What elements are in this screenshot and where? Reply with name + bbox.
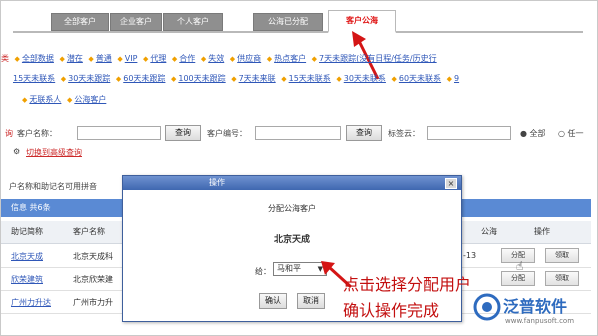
filter-30day-untracked[interactable]: 30天未跟踪 bbox=[68, 74, 110, 83]
filter-row-type: 类 ◆ 全部数据 ◆ 潜在 ◆ 普通 ◆ VIP ◆ 代理 ◆ 合作 ◆ 失效 ◆ 供应商 ◆ 热… bbox=[1, 54, 437, 63]
brand-name: 泛普软件 bbox=[503, 297, 568, 316]
customer-code-input[interactable] bbox=[255, 126, 341, 140]
radio-any-label: 任一 bbox=[567, 129, 584, 138]
filter-supplier[interactable]: 供应商 bbox=[237, 54, 261, 63]
filter-100day-untracked[interactable]: 100天未跟踪 bbox=[178, 74, 225, 83]
filter-7day-future[interactable]: 7天未来联 bbox=[239, 74, 276, 83]
query-button-2[interactable]: 查询 bbox=[346, 125, 382, 141]
radio-all-label: 全部 bbox=[529, 129, 546, 138]
filter-public-pool-customer[interactable]: 公海客户 bbox=[74, 95, 106, 104]
row-customer-name: 北京欣荣建 bbox=[73, 275, 113, 284]
tab-personal-customers[interactable]: 个人客户 bbox=[163, 13, 223, 31]
advanced-search-icon: ⚙ bbox=[13, 147, 21, 156]
cancel-button[interactable]: 取消 bbox=[297, 293, 325, 309]
tab-enterprise-customers[interactable]: 企业客户 bbox=[110, 13, 162, 31]
assignee-selected-value: 马和平 bbox=[277, 264, 301, 273]
filter-60day-no-contact[interactable]: 60天未联系 bbox=[399, 74, 441, 83]
annotation-line-2: 确认操作完成 bbox=[343, 301, 440, 320]
tag-cloud-label: 标签云： bbox=[388, 129, 420, 138]
filter-all-data[interactable]: 全部数据 bbox=[22, 54, 54, 63]
search-hint: 户名称和助记名可用拼音 bbox=[9, 182, 97, 191]
search-prefix-label: 询 bbox=[5, 129, 13, 138]
assign-to-label: 给： bbox=[255, 267, 271, 276]
radio-any[interactable]: ○ 任一 bbox=[558, 128, 584, 139]
filter-no-contact-person[interactable]: 无联系人 bbox=[29, 95, 61, 104]
hand-cursor-icon: ☝ bbox=[516, 259, 524, 273]
filter-partner[interactable]: 合作 bbox=[179, 54, 195, 63]
dialog-title-bar: 操作 × bbox=[123, 176, 461, 190]
assign-button[interactable]: 分配 bbox=[501, 271, 535, 286]
filter-potential[interactable]: 潜在 bbox=[67, 54, 83, 63]
filter-agent[interactable]: 代理 bbox=[150, 54, 166, 63]
filter-hot-customer[interactable]: 热点客户 bbox=[274, 54, 306, 63]
customer-name-input[interactable] bbox=[77, 126, 161, 140]
filter-more[interactable]: 9 bbox=[454, 74, 459, 83]
radio-all[interactable]: ● 全部 bbox=[520, 128, 546, 139]
row-short-name[interactable]: 北京天成 bbox=[11, 251, 43, 262]
tab-assigned-public-pool[interactable]: 公海已分配 bbox=[253, 13, 323, 31]
filter-7day-untracked[interactable]: 7天未跟踪(没有日程/任务/历史行 bbox=[319, 54, 437, 63]
tab-bar: 全部客户 企业客户 个人客户 公海已分配 客户公海 bbox=[13, 9, 583, 33]
assign-dialog: 操作 × 分配公海客户 北京天成 给： 马和平 ▼ 确认 取消 bbox=[122, 175, 462, 322]
filter-30day-no-contact[interactable]: 30天未联系 bbox=[344, 74, 386, 83]
close-icon[interactable]: × bbox=[445, 178, 457, 189]
col-public-pool: 公海 bbox=[481, 227, 497, 236]
dialog-title: 操作 bbox=[209, 178, 225, 187]
row-customer-name: 广州市力升 bbox=[73, 298, 113, 307]
customer-code-label: 客户编号： bbox=[207, 129, 247, 138]
dialog-heading: 分配公海客户 bbox=[268, 204, 316, 213]
tag-cloud-input[interactable] bbox=[427, 126, 511, 140]
dialog-customer-name: 北京天成 bbox=[273, 235, 310, 245]
filter-invalid[interactable]: 失效 bbox=[208, 54, 224, 63]
brand-url: www.fanpusoft.com bbox=[505, 317, 575, 325]
confirm-button[interactable]: 确认 bbox=[259, 293, 287, 309]
filter-row-tracking: 15天未联系 ◆ 30天未跟踪 ◆ 60天未跟踪 ◆ 100天未跟踪 ◆ 7天未来联 ◆… bbox=[13, 74, 460, 83]
col-customer-name: 客户名称 bbox=[73, 227, 105, 236]
row-date: -13 bbox=[463, 251, 477, 260]
annotation-line-1: 点击选择分配用户 bbox=[343, 275, 472, 294]
filter-row-contact: ◆ 无联系人 ◆ 公海客户 bbox=[22, 95, 107, 104]
filter-15day-no-contact-2[interactable]: 15天未联系 bbox=[289, 74, 331, 83]
advanced-search-link[interactable]: 切换到高级查询 bbox=[26, 147, 82, 158]
claim-button[interactable]: 领取 bbox=[545, 271, 579, 286]
tab-all-customers[interactable]: 全部客户 bbox=[51, 13, 109, 31]
brand-logo-icon bbox=[473, 293, 501, 321]
row-customer-name: 北京天成科 bbox=[73, 252, 113, 261]
row-short-name[interactable]: 欣荣建筑 bbox=[11, 274, 43, 285]
filter-normal[interactable]: 普通 bbox=[96, 54, 112, 63]
filter-category-label: 类 bbox=[1, 54, 9, 63]
filter-60day-untracked[interactable]: 60天未跟踪 bbox=[123, 74, 165, 83]
query-button[interactable]: 查询 bbox=[165, 125, 201, 141]
claim-button[interactable]: 领取 bbox=[545, 248, 579, 263]
row-short-name[interactable]: 广州力升达 bbox=[11, 297, 51, 308]
customer-name-label: 客户名称： bbox=[17, 129, 57, 138]
filter-vip[interactable]: VIP bbox=[125, 54, 138, 63]
brand-logo: 泛普软件 www.fanpusoft.com bbox=[473, 291, 593, 331]
col-short-name: 助记简称 bbox=[11, 227, 43, 236]
filter-15day-no-contact[interactable]: 15天未联系 bbox=[13, 74, 55, 83]
col-operation: 操作 bbox=[534, 227, 550, 236]
page-frame: 全部客户 企业客户 个人客户 公海已分配 客户公海 类 ◆ 全部数据 ◆ 潜在 ◆ 普… bbox=[0, 0, 598, 336]
